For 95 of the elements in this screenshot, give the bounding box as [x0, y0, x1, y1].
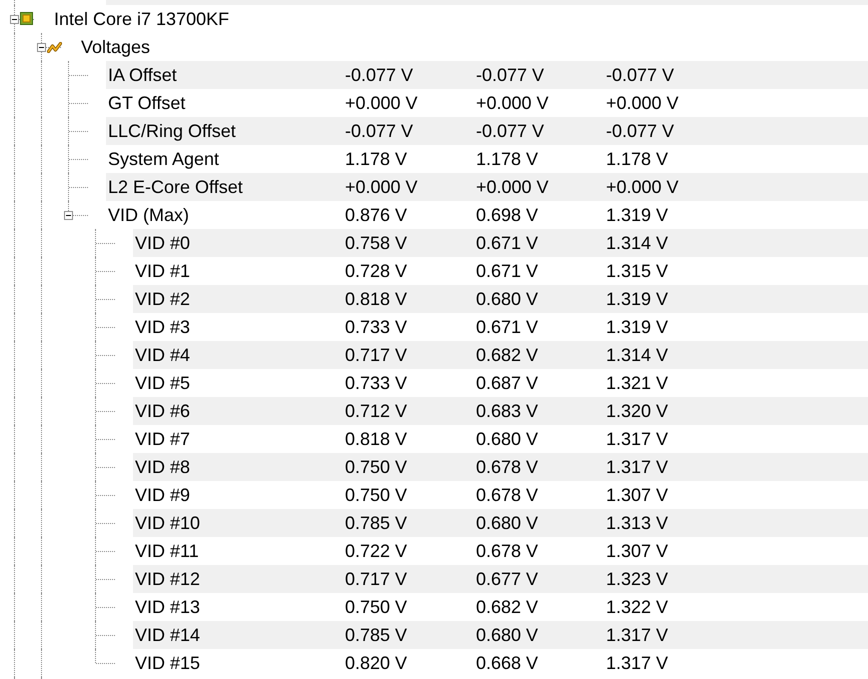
sensor-value: 1.314 V [606, 344, 668, 364]
sensor-value: -0.077 V [606, 120, 674, 140]
sensor-value: 0.678 V [476, 456, 538, 476]
sensor-label[interactable]: VID #8 [135, 456, 190, 476]
sensor-value: 1.317 V [606, 624, 668, 644]
sensor-value: 1.320 V [606, 400, 668, 420]
sensor-value: 0.818 V [345, 428, 408, 448]
sensor-label[interactable]: VID #13 [135, 596, 200, 616]
sensor-value: 0.785 V [345, 512, 408, 532]
sensor-value: 0.758 V [345, 232, 408, 252]
sensor-value: 0.680 V [476, 624, 538, 644]
sensor-value: 0.680 V [476, 288, 538, 308]
sensor-value: 0.750 V [345, 456, 408, 476]
lightning-icon [47, 42, 62, 53]
sensor-value: 1.321 V [606, 372, 668, 392]
sensor-value: 1.322 V [606, 596, 668, 616]
sensor-value: 1.313 V [606, 512, 668, 532]
sensor-label[interactable]: GT Offset [108, 92, 186, 112]
sensor-value: 0.717 V [345, 344, 408, 364]
sensor-label[interactable]: VID #14 [135, 624, 200, 644]
sensor-value: 0.722 V [345, 540, 408, 560]
sensor-value: 0.683 V [476, 400, 538, 420]
sensor-value: 1.317 V [606, 456, 668, 476]
sensor-value: 1.314 V [606, 232, 668, 252]
sensor-label[interactable]: VID #6 [135, 400, 190, 420]
sensor-value: 1.317 V [606, 428, 668, 448]
sensor-value: 0.671 V [476, 260, 538, 280]
sensor-value: 0.680 V [476, 428, 538, 448]
sensor-value: 1.178 V [345, 148, 408, 168]
sensor-value: 0.785 V [345, 624, 408, 644]
sensor-value: 0.733 V [345, 372, 408, 392]
sensor-value: 0.698 V [476, 204, 538, 224]
sensor-value: 1.315 V [606, 260, 668, 280]
sensor-value: 0.682 V [476, 344, 538, 364]
sensor-value: +0.000 V [606, 92, 679, 112]
sensor-value: +0.000 V [606, 176, 679, 196]
sensor-value: -0.077 V [606, 64, 674, 84]
sensor-label[interactable]: VID #5 [135, 372, 190, 392]
sensor-label[interactable]: VID #12 [135, 568, 200, 588]
sensor-value: 1.178 V [606, 148, 668, 168]
collapse-icon[interactable] [37, 43, 46, 52]
group-label[interactable]: Voltages [81, 36, 150, 56]
sensor-value: +0.000 V [345, 176, 418, 196]
sensor-label[interactable]: VID #0 [135, 232, 190, 252]
sensor-label[interactable]: L2 E-Core Offset [108, 176, 243, 196]
sensor-value: 0.712 V [345, 400, 408, 420]
sensor-value: 1.319 V [606, 288, 668, 308]
sensor-label[interactable]: VID #2 [135, 288, 190, 308]
sensor-value: 0.728 V [345, 260, 408, 280]
sensor-value: 0.671 V [476, 232, 538, 252]
sensor-value: 0.876 V [345, 204, 408, 224]
sensor-value: +0.000 V [476, 176, 549, 196]
sensor-value: -0.077 V [345, 64, 414, 84]
sensor-value: 0.687 V [476, 372, 538, 392]
sensor-value: 0.820 V [345, 652, 408, 672]
sensor-label[interactable]: IA Offset [108, 64, 177, 84]
sensor-value: 1.319 V [606, 204, 668, 224]
sensor-label[interactable]: VID (Max) [108, 204, 189, 224]
sensor-value: -0.077 V [345, 120, 414, 140]
sensor-label[interactable]: VID #11 [135, 540, 199, 560]
sensor-value: 0.733 V [345, 316, 408, 336]
sensor-value: 0.678 V [476, 540, 538, 560]
collapse-icon[interactable] [64, 211, 73, 220]
sensor-value: 0.678 V [476, 484, 538, 504]
sensor-value: +0.000 V [476, 92, 549, 112]
sensor-value: 1.307 V [606, 484, 668, 504]
sensor-value: 1.323 V [606, 568, 668, 588]
sensor-value: 1.178 V [476, 148, 538, 168]
sensor-value: -0.077 V [476, 64, 544, 84]
sensor-value: 0.677 V [476, 568, 538, 588]
sensor-label[interactable]: VID #1 [135, 260, 190, 280]
sensor-value: 1.317 V [606, 652, 668, 672]
sensor-value: 0.668 V [476, 652, 538, 672]
sensor-label[interactable]: VID #15 [135, 652, 200, 672]
sensor-value: 0.671 V [476, 316, 538, 336]
sensor-label[interactable]: VID #7 [135, 428, 190, 448]
collapse-icon[interactable] [10, 15, 19, 24]
sensor-label[interactable]: VID #4 [135, 344, 190, 364]
sensor-value: 1.319 V [606, 316, 668, 336]
sensor-value: 0.680 V [476, 512, 538, 532]
device-label[interactable]: Intel Core i7 13700KF [54, 8, 230, 28]
sensor-label[interactable]: VID #9 [135, 484, 190, 504]
chip-icon [20, 12, 33, 25]
sensor-value: 0.682 V [476, 596, 538, 616]
sensor-value: 0.818 V [345, 288, 408, 308]
sensor-value: 0.750 V [345, 596, 408, 616]
sensor-label[interactable]: System Agent [108, 148, 220, 168]
sensor-value: 1.307 V [606, 540, 668, 560]
sensor-label[interactable]: VID #10 [135, 512, 200, 532]
sensor-label[interactable]: VID #3 [135, 316, 190, 336]
sensor-value: -0.077 V [476, 120, 544, 140]
sensor-value: 0.750 V [345, 484, 408, 504]
sensor-label[interactable]: LLC/Ring Offset [108, 120, 236, 140]
sensor-value: +0.000 V [345, 92, 418, 112]
sensor-value: 0.717 V [345, 568, 408, 588]
